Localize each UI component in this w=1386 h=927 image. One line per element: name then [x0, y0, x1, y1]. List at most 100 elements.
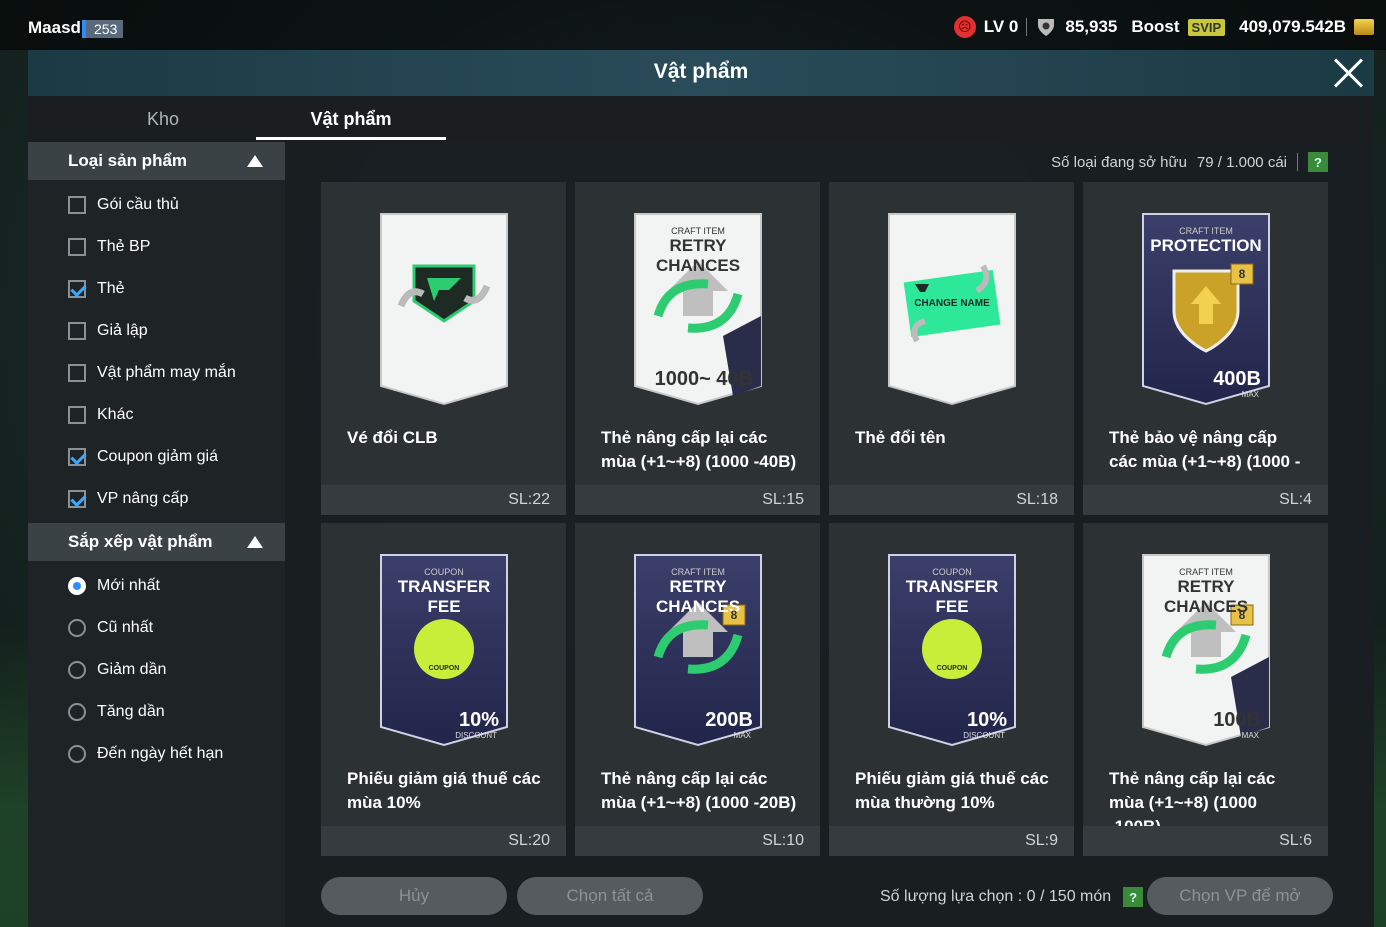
filter-option-goi-cau-thu[interactable]: Gói cầu thủ: [68, 190, 179, 220]
filter-label: Khác: [97, 406, 134, 423]
item-quantity: SL:22: [321, 485, 566, 515]
card-value: 100B: [1213, 709, 1261, 731]
boost-label[interactable]: Boost: [1131, 17, 1179, 37]
close-button[interactable]: [1332, 56, 1366, 90]
collapse-triangle-icon: [247, 536, 263, 548]
sort-option-het-han[interactable]: Đến ngày hết hạn: [68, 739, 223, 769]
change-name-icon: CHANGE NAME: [887, 206, 1017, 406]
item-quantity: SL:9: [829, 826, 1074, 856]
filter-option-the[interactable]: Thẻ: [68, 274, 125, 304]
filter-option-gia-lap[interactable]: Giả lập: [68, 316, 148, 346]
card-badge: 8: [1238, 267, 1246, 281]
checkbox[interactable]: [68, 196, 86, 214]
sort-option-cu-nhat[interactable]: Cũ nhất: [68, 613, 153, 643]
user-level-badge: 253: [82, 20, 124, 38]
filter-option-vp-nang-cap[interactable]: VP nâng cấp: [68, 484, 188, 514]
product-type-header[interactable]: Loại sản phẩm: [28, 142, 285, 180]
checkbox[interactable]: [68, 406, 86, 424]
sort-option-tang-dan[interactable]: Tăng dần: [68, 697, 165, 727]
card-subtitle: CRAFT ITEM: [671, 567, 725, 577]
filter-option-vat-pham-may-man[interactable]: Vật phẩm may mắn: [68, 358, 236, 388]
divider: [1026, 18, 1028, 36]
coin-balance: 409,079.542B: [1239, 17, 1346, 36]
svip-badge: SVIP: [1187, 18, 1226, 36]
card-title: RETRY CHANCES: [655, 236, 741, 275]
help-icon[interactable]: ?: [1123, 887, 1144, 907]
checkbox[interactable]: [68, 364, 86, 382]
item-card[interactable]: CRAFT ITEM RETRY CHANCES 1000~ 40B Thẻ nâng…: [575, 182, 820, 515]
card-title: TRANSFER FEE: [397, 577, 491, 616]
filter-option-khac[interactable]: Khác: [68, 400, 133, 430]
checkbox-checked[interactable]: [68, 280, 86, 298]
filter-label: Thẻ BP: [97, 238, 151, 255]
items-panel: Vật phẩm Kho Vật phẩm Loại sản phẩm Gói …: [28, 50, 1374, 927]
radio[interactable]: [68, 619, 86, 637]
item-name: Vé đổi CLB: [347, 428, 438, 447]
radio[interactable]: [68, 661, 86, 679]
club-swap-icon: [379, 206, 509, 406]
card-value-sub: DISCOUNT: [963, 731, 1005, 740]
filter-option-the-bp[interactable]: Thẻ BP: [68, 232, 150, 262]
sort-option-giam-dan[interactable]: Giảm dần: [68, 655, 166, 685]
item-card[interactable]: COUPON TRANSFER FEE COUPON 10% DISCOUNT Phiếu…: [321, 523, 566, 856]
filter-label: Coupon giảm giá: [97, 448, 218, 465]
collapse-triangle-icon: [247, 155, 263, 167]
filter-option-coupon-giam-gia[interactable]: Coupon giảm giá: [68, 442, 218, 472]
sort-option-moi-nhat[interactable]: Mới nhất: [68, 571, 160, 601]
item-card[interactable]: COUPON TRANSFER FEE COUPON 10% DISCOUNT Phiếu…: [829, 523, 1074, 856]
cancel-button[interactable]: Hủy: [321, 877, 507, 915]
card-subtitle: COUPON: [424, 567, 464, 577]
checkbox[interactable]: [68, 238, 86, 256]
sort-title: Sắp xếp vật phẩm: [68, 532, 213, 551]
retry-arrows-icon: CRAFT ITEM RETRY CHANCES 8 100B MAX: [1141, 547, 1271, 747]
card-value-sub: MAX: [1241, 390, 1259, 399]
panel-header: Vật phẩm: [28, 50, 1374, 96]
card-value-sub: DISCOUNT: [455, 731, 497, 740]
card-value: 200B: [705, 709, 753, 731]
sort-label: Giảm dần: [97, 661, 167, 678]
item-card[interactable]: Vé đổi CLB SL:22: [321, 182, 566, 515]
checkbox-checked[interactable]: [68, 490, 86, 508]
sort-label: Cũ nhất: [97, 619, 154, 636]
sort-header[interactable]: Sắp xếp vật phẩm: [28, 523, 285, 561]
radio[interactable]: [68, 745, 86, 763]
item-quantity: SL:18: [829, 485, 1074, 515]
owned-count: Số loại đang sở hữu 79 / 1.000 cái ?: [1051, 152, 1328, 172]
item-card[interactable]: CRAFT ITEM RETRY CHANCES 8 200B MAX Thẻ nâng …: [575, 523, 820, 856]
radio[interactable]: [68, 703, 86, 721]
sort-label: Đến ngày hết hạn: [97, 745, 224, 762]
help-icon[interactable]: ?: [1308, 152, 1328, 172]
coin-icon: [1354, 19, 1374, 35]
open-items-button[interactable]: Chọn VP để mở: [1147, 877, 1333, 915]
sort-label: Tăng dần: [97, 703, 165, 720]
filter-label: Giả lập: [97, 322, 148, 339]
card-value: 400B: [1213, 368, 1261, 390]
checkbox[interactable]: [68, 322, 86, 340]
card-title: PROTECTION: [1150, 236, 1262, 255]
tab-kho[interactable]: Kho: [68, 96, 258, 140]
selection-count: Số lượng lựa chọn : 0 / 150 món ?: [880, 887, 1144, 907]
item-name: Thẻ đổi tên: [855, 428, 946, 447]
level-text: LV 0: [983, 17, 1019, 36]
checkbox-checked[interactable]: [68, 448, 86, 466]
percent-coupon-icon: COUPON TRANSFER FEE COUPON 10% DISCOUNT: [379, 547, 509, 747]
item-name: Thẻ bảo vệ nâng cấp các mùa (+1~+8) (100…: [1109, 428, 1301, 471]
currency-stats: ☹ LV 0 85,935 Boost SVIP 409,079.542B: [953, 16, 1374, 38]
select-all-button[interactable]: Chọn tất cả: [517, 877, 703, 915]
tab-bar: Kho Vật phẩm: [28, 96, 1374, 142]
item-card[interactable]: CRAFT ITEM PROTECTION 8 400B MAX Thẻ bảo vệ n…: [1083, 182, 1328, 515]
item-card[interactable]: CHANGE NAME Thẻ đổi tên SL:18: [829, 182, 1074, 515]
filter-label: Gói cầu thủ: [97, 196, 179, 213]
filter-label: VP nâng cấp: [97, 490, 189, 507]
top-status-bar: Maasd 253 ☹ LV 0 85,935 Boost SVIP 409,0…: [0, 0, 1386, 50]
sort-label: Mới nhất: [97, 577, 160, 594]
product-type-title: Loại sản phẩm: [68, 151, 188, 170]
card-value: 10%: [966, 709, 1007, 731]
radio-selected[interactable]: [68, 577, 86, 595]
card-value-sub: MAX: [733, 731, 751, 740]
tab-vat-pham[interactable]: Vật phẩm: [256, 96, 446, 140]
owned-label: Số loại đang sở hữu: [1051, 153, 1187, 171]
user-name: Maasd: [28, 18, 81, 37]
card-icon-text: COUPON: [428, 665, 460, 672]
item-card[interactable]: CRAFT ITEM RETRY CHANCES 8 100B MAX Thẻ nâng …: [1083, 523, 1328, 856]
